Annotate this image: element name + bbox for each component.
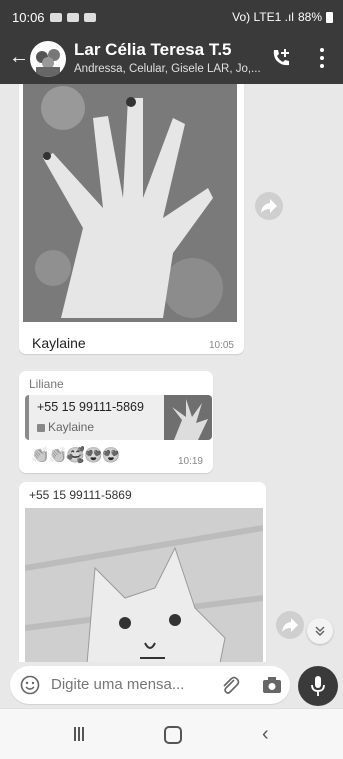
reaction-emojis[interactable]: 👏👏🥰😍😍 <box>31 446 120 464</box>
reply-message[interactable]: Liliane +55 15 99111-5869 Kaylaine 👏👏🥰😍😍… <box>19 371 213 473</box>
quoted-thumbnail <box>164 395 212 440</box>
composer-bar: Digite uma mensa... <box>0 662 343 708</box>
message-sender: Liliane <box>29 377 64 391</box>
quoted-message[interactable]: +55 15 99111-5869 Kaylaine <box>25 395 212 440</box>
recents-icon[interactable] <box>74 727 84 741</box>
message-placeholder[interactable]: Digite uma mensa... <box>51 676 184 693</box>
status-right: Vo) LTE1 .ıl 88% <box>232 10 333 24</box>
message-time: 10:05 <box>208 340 234 351</box>
quoted-author: +55 15 99111-5869 <box>37 400 144 414</box>
message-time: 10:19 <box>177 456 203 467</box>
video-notification-icon <box>83 12 96 22</box>
system-nav-bar: ‹ <box>0 708 343 759</box>
chat-title[interactable]: Lar Célia Teresa T.5 <box>74 40 232 60</box>
battery-level: 88% <box>297 10 322 24</box>
more-options-icon[interactable] <box>318 46 326 70</box>
image-caption: Kaylaine <box>32 335 86 351</box>
quoted-text: Kaylaine <box>37 420 94 434</box>
battery-icon <box>326 11 333 23</box>
add-call-icon[interactable] <box>270 47 292 74</box>
notification-icon <box>49 12 62 22</box>
emoji-icon[interactable] <box>20 675 40 700</box>
mic-button[interactable] <box>298 666 338 706</box>
hand-painting-image[interactable] <box>23 84 237 322</box>
status-time: 10:06 <box>12 9 45 25</box>
forward-icon[interactable] <box>255 192 283 220</box>
status-bar: 10:06 Vo) LTE1 .ıl 88% <box>0 0 343 34</box>
chat-participants[interactable]: Andressa, Celular, Gisele LAR, Jo,... <box>74 63 270 75</box>
mic-icon <box>311 676 325 696</box>
home-icon[interactable] <box>164 726 182 744</box>
attach-icon[interactable] <box>220 675 240 700</box>
back-arrow-icon[interactable]: ← <box>9 47 29 67</box>
chat-header: ← Lar Célia Teresa T.5 Andressa, Celular… <box>0 34 343 84</box>
message-list[interactable]: Kaylaine 10:05 Liliane +55 15 99111-5869… <box>0 84 343 676</box>
chat-notification-icon <box>66 12 79 22</box>
back-icon[interactable]: ‹ <box>262 723 269 746</box>
chevron-down-icon <box>315 626 325 637</box>
camera-icon[interactable] <box>262 676 282 699</box>
signal-icon: Vo) LTE1 .ıl <box>232 10 294 24</box>
cat-drawing-image[interactable] <box>25 508 263 676</box>
forward-icon[interactable] <box>276 611 304 639</box>
message-input[interactable]: Digite uma mensa... <box>10 666 290 704</box>
image-message[interactable]: Kaylaine 10:05 <box>19 84 244 354</box>
message-sender: +55 15 99111-5869 <box>29 488 132 502</box>
group-avatar[interactable] <box>30 41 66 77</box>
scroll-to-bottom-button[interactable] <box>307 618 333 644</box>
image-message[interactable]: +55 15 99111-5869 <box>19 482 266 676</box>
